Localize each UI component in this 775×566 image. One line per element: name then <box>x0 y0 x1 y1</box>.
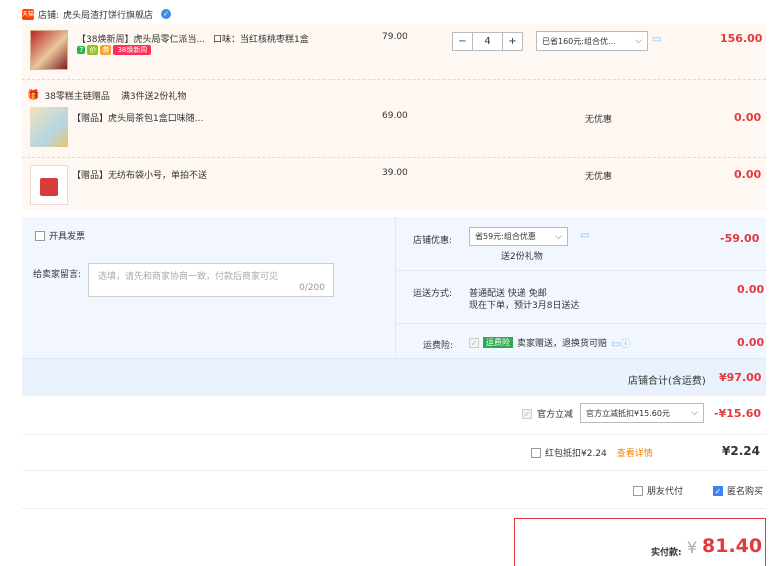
product-thumbnail[interactable] <box>30 30 68 70</box>
gift-price: 69.00 <box>382 111 408 121</box>
gift-thumbnail[interactable] <box>30 165 68 205</box>
chevron-down-icon: ⌵ <box>635 36 642 46</box>
red-packet-amount: ¥2.24 <box>722 444 760 458</box>
delivery-eta: 现在下单，预计3月8日送达 <box>469 301 580 311</box>
gift-discount: 无优惠 <box>585 172 613 182</box>
insurance-badge: 运费险 <box>483 337 513 348</box>
increase-button[interactable]: + <box>502 32 523 51</box>
item-subtotal: 156.00 <box>720 32 763 45</box>
red-packet-label: 红包抵扣¥2.24 <box>545 449 607 459</box>
insurance-desc: 卖家赠送，退换货可赔 <box>517 339 608 349</box>
tag-price: 价 <box>87 45 99 55</box>
red-packet-checkbox[interactable] <box>531 447 541 458</box>
divider <box>395 323 766 324</box>
item-discount-select[interactable]: 已省160元:组合优... ⌵ <box>536 31 648 51</box>
product-tags: 7 价 券 38焕新周 <box>77 45 153 55</box>
official-discount-label: 官方立减 <box>537 410 574 420</box>
quantity-stepper: − 4 + <box>452 32 523 51</box>
divider <box>22 508 766 509</box>
store-subtotal-bar: 店铺合计(含运费) ¥97.00 <box>22 358 766 396</box>
discount-info-icon[interactable]: ▭ <box>652 34 661 45</box>
insurance-amount: 0.00 <box>737 336 765 349</box>
divider <box>22 157 766 158</box>
insurance-checkbox: ✓ <box>469 337 479 348</box>
red-packet-option[interactable]: 红包抵扣¥2.24 查看详情 <box>531 446 653 459</box>
store-discount-label: 店铺优惠: <box>413 236 453 246</box>
product-price: 79.00 <box>382 32 408 42</box>
gift-thumbnail[interactable] <box>30 107 68 147</box>
anonymous-option[interactable]: ✓ 匿名购买 <box>713 484 763 497</box>
delivery-label: 运送方式: <box>413 289 453 299</box>
store-total-label: 店铺合计(含运费) <box>628 376 706 387</box>
gift-subtotal: 0.00 <box>734 168 762 181</box>
store-discount-amount: -59.00 <box>720 232 760 245</box>
product-title[interactable]: 【38焕新周】虎头局零仁派当... <box>77 32 212 45</box>
quantity-input[interactable]: 4 <box>473 32 502 51</box>
gift-title[interactable]: 【赠品】无纺布袋小号，单拍不送 <box>72 168 207 181</box>
product-spec: 口味：当红核桃枣糕1盒 <box>213 35 309 45</box>
divider <box>22 470 766 471</box>
official-discount-amount: -¥15.60 <box>714 407 762 420</box>
official-discount-value: 官方立减抵扣¥15.60元 <box>586 408 670 418</box>
gift-group-rule: 满3件送2份礼物 <box>120 92 187 102</box>
gift-subtotal: 0.00 <box>734 111 762 124</box>
anonymous-label: 匿名购买 <box>727 487 764 497</box>
friend-pay-checkbox[interactable] <box>633 485 643 496</box>
invoice-label: 开具发票 <box>49 232 86 242</box>
tote-bag-icon <box>40 178 58 196</box>
store-name[interactable]: 虎头局渣打饼行旗舰店 <box>63 8 153 21</box>
payment-total-box: 实付款: ¥ 81.40 <box>514 518 766 566</box>
red-packet-details-link[interactable]: 查看详情 <box>617 446 653 459</box>
store-discount-select[interactable]: 省59元:组合优惠 ⌵ <box>469 227 568 246</box>
gift-price: 39.00 <box>382 168 408 178</box>
chevron-down-icon: ⌵ <box>555 231 562 242</box>
gift-group-label: 38零糕主链赠品 <box>44 92 110 102</box>
message-label: 给卖家留言: <box>33 270 82 280</box>
insurance-label: 运费险: <box>423 341 454 351</box>
anonymous-checkbox[interactable]: ✓ <box>713 485 723 496</box>
friend-pay-option[interactable]: 朋友代付 <box>633 484 683 497</box>
friend-pay-label: 朋友代付 <box>647 487 684 497</box>
official-discount-option: ✓ 官方立减 <box>522 407 573 420</box>
insurance-option: ✓ 运费险 卖家赠送，退换货可赔 ▭ⓘ <box>469 335 630 350</box>
payment-label: 实付款: <box>651 548 682 558</box>
message-counter: 0/200 <box>299 283 325 293</box>
divider <box>22 434 766 435</box>
message-textarea[interactable]: 选填，请先和商家协商一致，付款后商家可见 0/200 <box>88 263 334 297</box>
chat-bubble-icon[interactable]: ✓ <box>161 9 172 19</box>
store-label: 店铺: <box>38 10 60 21</box>
store-discount-value: 省59元:组合优惠 <box>475 232 536 241</box>
decrease-button[interactable]: − <box>452 32 473 51</box>
gift-icon: 🎁 <box>27 90 40 101</box>
gift-discount: 无优惠 <box>585 115 613 125</box>
payment-currency: ¥ <box>687 538 698 557</box>
tag-seven: 7 <box>77 46 86 54</box>
tmall-store-icon: 天猫 <box>22 8 35 20</box>
chevron-down-icon: ⌵ <box>691 408 698 418</box>
store-total-amount: ¥97.00 <box>719 371 762 384</box>
payment-amount: 81.40 <box>702 535 763 557</box>
delivery-amount: 0.00 <box>737 283 765 296</box>
divider <box>395 270 766 271</box>
tag-coupon: 券 <box>100 45 112 55</box>
discount-info-icon[interactable]: ▭ <box>580 230 589 241</box>
invoice-checkbox[interactable] <box>35 230 45 241</box>
divider <box>22 79 766 80</box>
store-discount-note: 送2份礼物 <box>501 252 543 262</box>
gift-group-header: 🎁 38零糕主链赠品 满3件送2份礼物 <box>27 89 186 102</box>
official-discount-checkbox: ✓ <box>522 408 532 419</box>
store-header: 天猫 店铺: 虎头局渣打饼行旗舰店 ✓ <box>22 4 766 24</box>
help-icon[interactable]: ▭ⓘ <box>611 335 630 350</box>
message-placeholder: 选填，请先和商家协商一致，付款后商家可见 <box>98 272 279 282</box>
promo-tag: 38焕新周 <box>113 45 152 55</box>
official-discount-select[interactable]: 官方立减抵扣¥15.60元 ⌵ <box>580 403 704 423</box>
item-discount-value: 已省160元:组合优... <box>542 36 616 46</box>
gift-title[interactable]: 【赠品】虎头局茶包1盒口味随... <box>72 111 203 124</box>
invoice-option[interactable]: 开具发票 <box>35 229 85 242</box>
